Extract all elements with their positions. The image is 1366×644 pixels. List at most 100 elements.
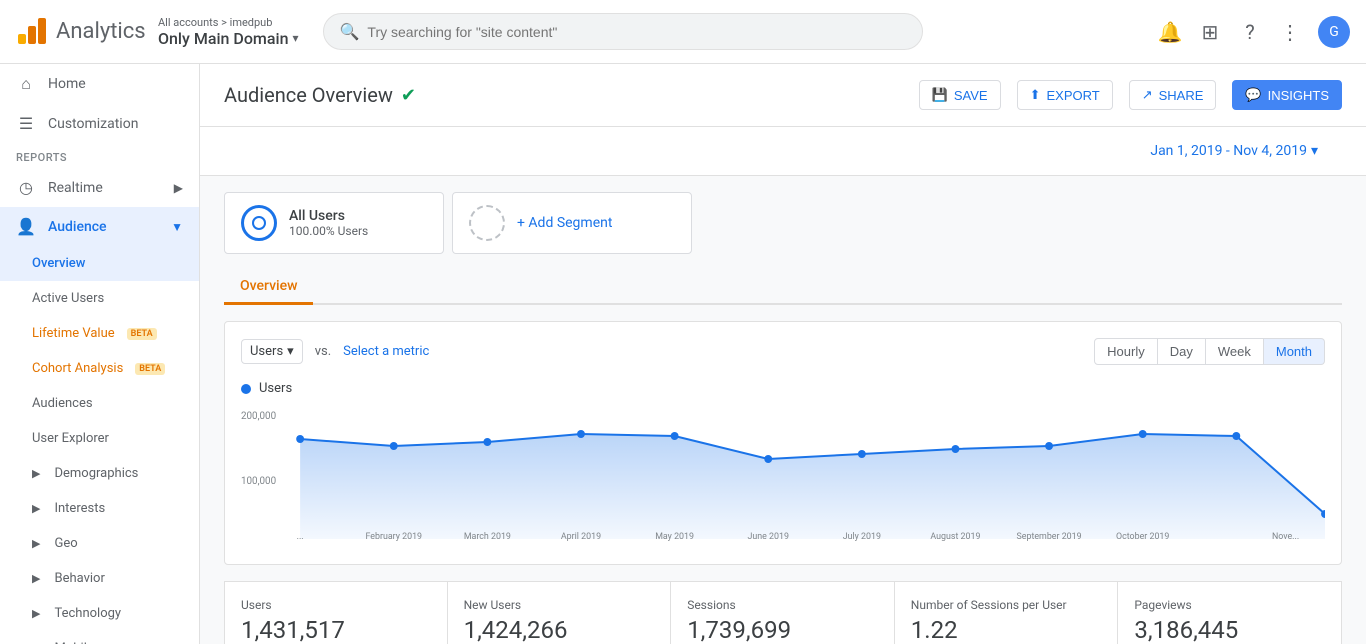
sidebar-item-active-users[interactable]: Active Users [0,281,199,316]
time-buttons: Hourly Day Week Month [1094,338,1325,365]
search-icon: 🔍 [340,22,360,41]
month-button[interactable]: Month [1264,338,1325,365]
metrics-grid-row1: Users 1,431,517 New Users 1,424,266 Sess… [224,581,1342,644]
metric-card-sessions-per-user[interactable]: Number of Sessions per User 1.22 [895,581,1119,644]
metric-card-new-users[interactable]: New Users 1,424,266 [448,581,672,644]
app-title: Analytics [56,19,146,44]
content-area: All Users 100.00% Users + Add Segment Ov… [200,176,1366,644]
metric-value-sessions-per-user: 1.22 [911,616,1102,644]
date-range-selector[interactable]: Jan 1, 2019 - Nov 4, 2019 ▾ [1126,135,1342,167]
tab-overview[interactable]: Overview [224,270,313,305]
save-icon: 💾 [932,87,948,103]
segment-circle-users [241,205,277,241]
svg-text:200,000: 200,000 [241,411,276,422]
home-icon: ⌂ [16,74,36,94]
segment-pct: 100.00% Users [289,224,368,238]
audience-icon: 👤 [16,217,36,236]
svg-text:June 2019: June 2019 [747,532,788,542]
add-segment-label: + Add Segment [517,215,612,231]
avatar[interactable]: G [1318,16,1350,48]
add-segment-circle [469,205,505,241]
svg-text:March 2019: March 2019 [464,532,511,542]
search-input[interactable] [367,24,905,40]
metric-card-pageviews[interactable]: Pageviews 3,186,445 [1118,581,1342,644]
tab-bar: Overview [224,270,1342,305]
search-bar[interactable]: 🔍 [323,13,923,50]
svg-text:...: ... [297,532,304,542]
more-vert-icon[interactable]: ⋮ [1278,20,1302,44]
day-button[interactable]: Day [1158,338,1206,365]
main-layout: ⌂ Home ☰ Customization REPORTS ◷ Realtim… [0,64,1366,644]
verified-check-icon: ✔ [401,85,416,106]
account-path: All accounts > imedpub [158,16,299,29]
metric-select[interactable]: Users ▾ [241,339,303,364]
sidebar-item-mobile[interactable]: ▶ Mobile [0,631,199,644]
save-button[interactable]: 💾 SAVE [919,80,1001,110]
metric-value-new-users: 1,424,266 [464,616,655,644]
segments-row: All Users 100.00% Users + Add Segment [224,192,1342,254]
chart-controls: Users ▾ vs. Select a metric Hourly Day W… [241,338,1325,365]
sidebar-item-geo[interactable]: ▶ Geo [0,526,199,561]
page-header: Audience Overview ✔ 💾 SAVE ⬆ EXPORT ↗ SH… [200,64,1366,127]
hourly-button[interactable]: Hourly [1094,338,1158,365]
chart-legend: Users [241,381,1325,396]
vs-text: vs. [315,344,331,359]
segment-info: All Users 100.00% Users [289,208,368,238]
lifetime-value-beta-badge: BETA [127,328,157,340]
sidebar-item-behavior[interactable]: ▶ Behavior [0,561,199,596]
metric-value-pageviews: 3,186,445 [1134,616,1325,644]
geo-expand-icon: ▶ [32,537,40,550]
export-button[interactable]: ⬆ EXPORT [1017,80,1113,110]
week-button[interactable]: Week [1206,338,1264,365]
sidebar-item-user-explorer[interactable]: User Explorer [0,421,199,456]
svg-text:October 2019: October 2019 [1116,532,1169,542]
metric-value-sessions: 1,739,699 [687,616,878,644]
account-name[interactable]: Only Main Domain ▾ [158,29,299,48]
sidebar-item-technology[interactable]: ▶ Technology [0,596,199,631]
notifications-icon[interactable]: 🔔 [1158,20,1182,44]
metric-card-sessions[interactable]: Sessions 1,739,699 [671,581,895,644]
customization-icon: ☰ [16,114,36,133]
help-icon[interactable]: ? [1238,20,1262,44]
export-icon: ⬆ [1030,87,1041,103]
interests-expand-icon: ▶ [32,502,40,515]
date-range-bar: Jan 1, 2019 - Nov 4, 2019 ▾ [200,127,1366,176]
page-title: Audience Overview ✔ [224,83,416,107]
metric-card-users[interactable]: Users 1,431,517 [224,581,448,644]
header-actions: 💾 SAVE ⬆ EXPORT ↗ SHARE 💬 INSIGHTS [919,80,1342,110]
metric-label-users: Users [241,598,431,612]
behavior-expand-icon: ▶ [32,572,40,585]
insights-icon: 💬 [1245,87,1261,103]
users-chart: 200,000 100,000 [241,404,1325,544]
all-users-segment[interactable]: All Users 100.00% Users [224,192,444,254]
chart-legend-label: Users [259,381,292,396]
users-legend-dot [241,384,251,394]
cohort-analysis-beta-badge: BETA [135,363,165,375]
apps-icon[interactable]: ⊞ [1198,20,1222,44]
svg-text:April 2019: April 2019 [561,532,601,542]
sidebar-item-demographics[interactable]: ▶ Demographics [0,456,199,491]
sidebar-item-realtime[interactable]: ◷ Realtime ▶ [0,168,199,207]
nav-icons: 🔔 ⊞ ? ⋮ G [1158,16,1350,48]
sidebar-item-home[interactable]: ⌂ Home [0,64,199,104]
sidebar-item-customization[interactable]: ☰ Customization [0,104,199,143]
sidebar-item-audience[interactable]: 👤 Audience ▼ [0,207,199,246]
sidebar-item-audiences[interactable]: Audiences [0,386,199,421]
add-segment-card[interactable]: + Add Segment [452,192,692,254]
sidebar-item-lifetime-value[interactable]: Lifetime Value BETA [0,316,199,351]
realtime-icon: ◷ [16,178,36,197]
sidebar-item-overview[interactable]: Overview [0,246,199,281]
analytics-logo-icon [16,16,48,48]
share-button[interactable]: ↗ SHARE [1129,80,1217,110]
svg-text:February 2019: February 2019 [365,532,422,542]
segment-users-icon [251,215,267,231]
select-metric-link[interactable]: Select a metric [343,344,429,359]
svg-text:100,000: 100,000 [241,476,276,487]
account-info: All accounts > imedpub Only Main Domain … [158,16,299,48]
sidebar-item-cohort-analysis[interactable]: Cohort Analysis BETA [0,351,199,386]
metric-label-sessions-per-user: Number of Sessions per User [911,598,1102,612]
sidebar-item-interests[interactable]: ▶ Interests [0,491,199,526]
metric-select-dropdown-icon: ▾ [287,344,294,359]
insights-button[interactable]: 💬 INSIGHTS [1232,80,1342,110]
chart-container: Users ▾ vs. Select a metric Hourly Day W… [224,321,1342,565]
